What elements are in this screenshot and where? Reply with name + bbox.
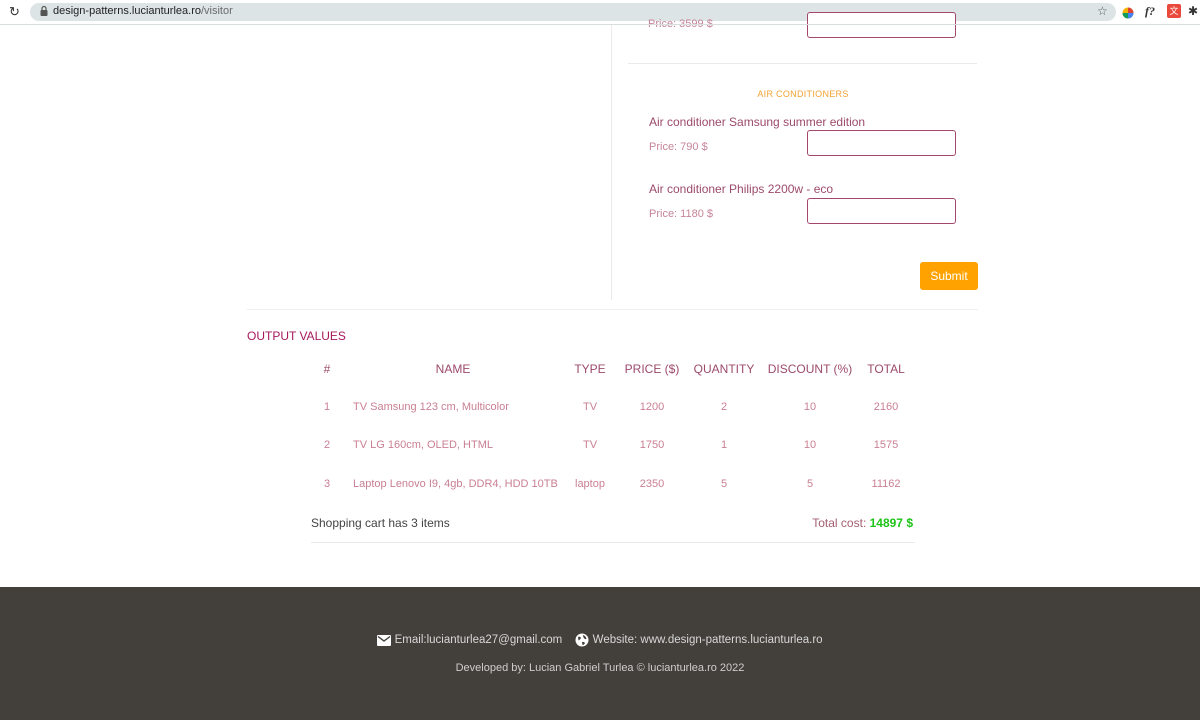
globe-icon: [575, 633, 589, 647]
email-icon: [377, 634, 392, 646]
cell-type: TV: [582, 439, 598, 451]
cell-discount: 10: [803, 439, 817, 451]
column-header-name: NAME: [435, 362, 471, 376]
previous-item-quantity-input[interactable]: [807, 12, 956, 38]
submit-button[interactable]: Submit: [920, 262, 978, 290]
cell-discount: 5: [806, 478, 814, 490]
column-header-type: TYPE: [574, 362, 606, 376]
reload-icon[interactable]: ↻: [9, 4, 20, 20]
cell-discount: 10: [803, 401, 817, 413]
column-header-index: #: [323, 362, 331, 376]
cell-total: 11162: [871, 478, 901, 490]
product-price: Price: 790 $: [649, 141, 708, 153]
toolbar-border: [0, 24, 1200, 25]
cell-type: laptop: [575, 478, 605, 490]
cell-index: 1: [323, 401, 331, 413]
cell-quantity: 2: [720, 401, 728, 413]
cell-price: 2350: [639, 478, 665, 490]
cell-quantity: 5: [720, 478, 728, 490]
section-divider: [628, 63, 977, 64]
cell-name: Laptop Lenovo I9, 4gb, DDR4, HDD 10TB: [353, 478, 558, 490]
product-name: Air conditioner Philips 2200w - eco: [649, 182, 834, 196]
cell-total: 1575: [873, 439, 899, 451]
cell-total: 2160: [873, 401, 899, 413]
column-header-price: PRICE ($): [624, 362, 680, 376]
footer-website[interactable]: Website: www.design-patterns.lucianturle…: [593, 634, 823, 646]
browser-toolbar: ↻ design-patterns.lucianturlea.ro/visito…: [0, 0, 1200, 25]
url-text[interactable]: design-patterns.lucianturlea.ro/visitor: [53, 4, 233, 19]
table-divider: [311, 542, 915, 543]
cell-type: TV: [582, 401, 598, 413]
footer-contact: Email:lucianturlea27@gmail.com Website: …: [0, 633, 1200, 647]
cart-summary: Shopping cart has 3 items: [311, 516, 450, 530]
translate-extension-icon[interactable]: 文: [1167, 4, 1181, 18]
form-divider: [247, 309, 978, 310]
cell-index: 3: [323, 478, 331, 490]
total-cost-label: Total cost:: [812, 516, 870, 530]
color-extension-icon[interactable]: [1122, 5, 1134, 21]
cell-name: TV LG 160cm, OLED, HTML: [353, 439, 493, 451]
column-header-total: TOTAL: [867, 362, 905, 376]
column-header-quantity: QUANTITY: [693, 362, 755, 376]
total-cost-value: 14897 $: [869, 516, 913, 530]
column-header-discount: DISCOUNT (%): [767, 362, 853, 376]
quantity-input-philips[interactable]: [807, 198, 956, 224]
footer: Email:lucianturlea27@gmail.com Website: …: [0, 587, 1200, 720]
lock-icon: [40, 5, 48, 16]
quantity-input-samsung[interactable]: [807, 130, 956, 156]
footer-email[interactable]: Email:lucianturlea27@gmail.com: [395, 634, 563, 646]
font-extension-icon[interactable]: f?: [1145, 3, 1155, 19]
category-heading: AIR CONDITIONERS: [757, 89, 849, 99]
product-name: Air conditioner Samsung summer edition: [649, 115, 866, 129]
footer-credits: Developed by: Lucian Gabriel Turlea © lu…: [455, 662, 745, 674]
product-price: Price: 1180 $: [649, 208, 714, 220]
puzzle-extensions-icon[interactable]: ✱: [1188, 3, 1198, 19]
output-title: OUTPUT VALUES: [247, 329, 346, 343]
cell-quantity: 1: [720, 439, 728, 451]
cell-price: 1200: [639, 401, 665, 413]
bookmark-star-icon[interactable]: ☆: [1097, 3, 1108, 19]
cell-name: TV Samsung 123 cm, Multicolor: [353, 401, 509, 413]
panel-divider: [611, 24, 612, 300]
cell-price: 1750: [639, 439, 665, 451]
total-cost: Total cost: 14897 $: [760, 516, 913, 530]
cell-index: 2: [323, 439, 331, 451]
